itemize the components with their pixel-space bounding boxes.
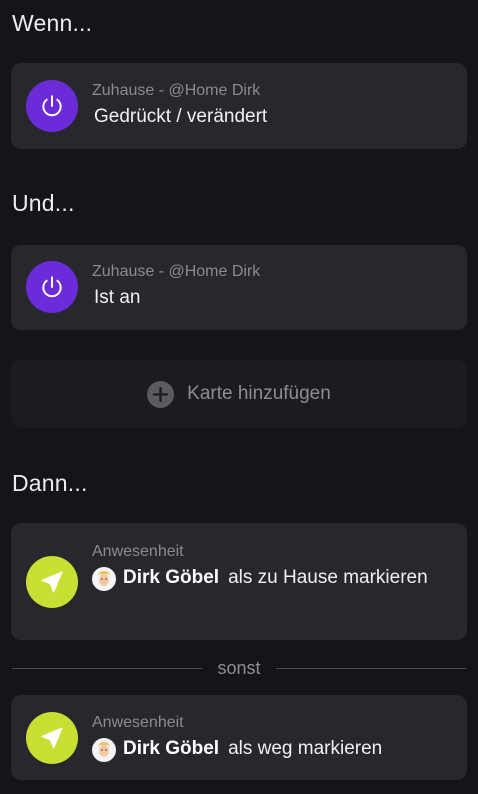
and-condition-card[interactable]: Zuhause - @Home Dirk Ist an [11, 245, 467, 330]
user-name: Dirk Göbel [123, 738, 220, 759]
user-name: Dirk Göbel [123, 567, 220, 588]
location-arrow-icon [26, 556, 78, 608]
power-icon [26, 80, 78, 132]
else-divider: sonst [12, 656, 466, 680]
card-action-text: Dirk Göbel als zu Hause markieren [92, 562, 453, 593]
card-title: Gedrückt / verändert [94, 106, 268, 127]
add-card-button[interactable]: Karte hinzufügen [11, 360, 467, 428]
card-subtitle: Zuhause - @Home Dirk [92, 263, 261, 280]
then-action-card[interactable]: Anwesenheit Dirk Göbel als zu Hause mark… [11, 523, 467, 640]
avatar [92, 567, 116, 591]
when-trigger-card[interactable]: Zuhause - @Home Dirk Gedrückt / veränder… [11, 63, 467, 149]
divider-line [275, 667, 466, 669]
plus-icon [147, 380, 175, 408]
card-title: Ist an [94, 287, 141, 308]
divider-line [12, 667, 203, 669]
divider-label: sonst [217, 657, 261, 678]
location-arrow-icon [26, 712, 78, 764]
user-chip: Dirk Göbel [92, 562, 219, 593]
then-heading: Dann... [12, 470, 88, 496]
card-subtitle: Zuhause - @Home Dirk [92, 82, 261, 99]
when-heading: Wenn... [12, 10, 93, 36]
card-subtitle: Anwesenheit [92, 714, 184, 731]
card-subtitle: Anwesenheit [92, 543, 184, 560]
and-heading: Und... [12, 190, 75, 216]
user-chip: Dirk Göbel [92, 733, 219, 764]
action-label: als zu Hause markieren [228, 567, 428, 588]
power-icon [26, 261, 78, 313]
avatar [92, 738, 116, 762]
action-label: als weg markieren [228, 738, 383, 759]
else-action-card[interactable]: Anwesenheit Dirk Göbel als weg markieren [11, 695, 467, 780]
add-card-label: Karte hinzufügen [187, 383, 331, 404]
card-action-text: Dirk Göbel als weg markieren [92, 733, 453, 764]
